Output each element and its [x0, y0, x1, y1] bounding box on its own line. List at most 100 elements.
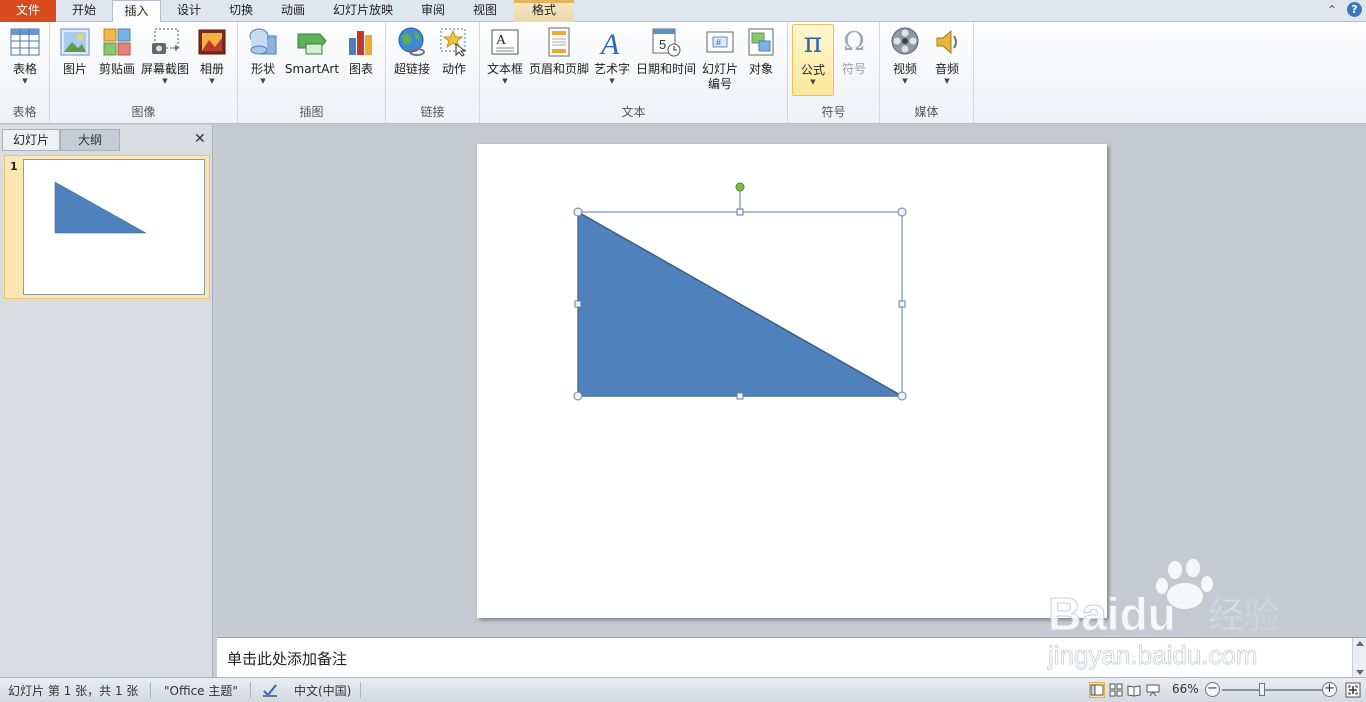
resize-handle-top-left[interactable] [573, 207, 583, 217]
chevron-down-icon: ▼ [162, 77, 168, 85]
tab-home[interactable]: 开始 [56, 0, 112, 22]
wordart-icon: A [599, 28, 620, 58]
symbol-button[interactable]: Ω 符号 [836, 26, 872, 77]
action-button[interactable]: 动作 [436, 26, 472, 77]
group-label-symbols: 符号 [821, 105, 846, 119]
textbox-icon: A [491, 29, 519, 55]
resize-handle-bottom[interactable] [736, 392, 744, 400]
action-label: 动作 [441, 62, 466, 76]
zoom-slider-track[interactable] [1222, 689, 1322, 691]
zoom-out-button[interactable]: − [1205, 682, 1220, 697]
screenshot-icon [152, 28, 179, 54]
reading-view-icon [1127, 685, 1141, 697]
smartart-icon [297, 33, 327, 55]
scroll-down-icon[interactable] [1356, 670, 1364, 675]
scroll-up-icon[interactable] [1356, 641, 1364, 646]
tab-file[interactable]: 文件 [0, 0, 56, 22]
tab-view[interactable]: 视图 [460, 0, 510, 22]
tab-slides[interactable]: 幻灯片 [2, 129, 60, 151]
slide-canvas[interactable] [477, 144, 1107, 618]
language-text[interactable]: 中文(中国) [294, 682, 351, 699]
reading-view-button[interactable] [1126, 682, 1142, 698]
group-images: 图片 剪贴画 屏幕截图 ▼ 相册 ▼ 图像 [50, 22, 238, 123]
svg-text:#: # [716, 38, 721, 48]
right-triangle-shape[interactable] [577, 210, 905, 397]
slide-sorter-view-button[interactable] [1108, 682, 1124, 698]
tab-design[interactable]: 设计 [164, 0, 214, 22]
picture-button[interactable]: 图片 [56, 26, 94, 77]
equation-button[interactable]: π 公式 ▼ [792, 24, 834, 96]
resize-handle-bottom-left[interactable] [573, 391, 583, 401]
group-label-illustrations: 插图 [299, 105, 324, 119]
close-panel-icon[interactable]: ✕ [194, 131, 206, 147]
fit-to-window-icon[interactable] [1344, 681, 1362, 699]
tab-transitions[interactable]: 切换 [216, 0, 266, 22]
slide-shapes [573, 182, 907, 401]
picture-label: 图片 [62, 62, 87, 76]
rotation-handle[interactable] [735, 182, 745, 192]
zoom-level-text[interactable]: 66% [1172, 682, 1199, 696]
resize-handle-top[interactable] [736, 208, 744, 216]
tab-insert[interactable]: 插入 [112, 0, 161, 23]
theme-name-text[interactable]: "Office 主题" [164, 682, 238, 699]
album-button[interactable]: 相册 ▼ [194, 26, 230, 86]
tab-slideshow[interactable]: 幻灯片放映 [322, 0, 404, 22]
slide-count-text: 幻灯片 第 1 张，共 1 张 [8, 684, 139, 698]
film-reel-icon [891, 27, 919, 55]
slide-thumbnail-canvas [23, 159, 205, 295]
ribbon: 表格 ▼ 表格 图片 剪贴画 屏幕截图 ▼ 相册 ▼ 图像 形状 ▼ Smart… [0, 22, 1366, 124]
svg-text:Baidu: Baidu [1048, 588, 1176, 640]
datetime-button[interactable]: 5 日期和时间 [634, 26, 698, 77]
header-footer-button[interactable]: 页眉和页脚 [528, 26, 590, 77]
zoom-slider-thumb[interactable] [1259, 683, 1265, 696]
clipart-icon [103, 28, 131, 56]
shapes-button[interactable]: 形状 ▼ [244, 26, 282, 86]
clipart-button[interactable]: 剪贴画 [96, 26, 138, 77]
group-tables: 表格 ▼ 表格 [0, 22, 50, 123]
resize-handle-right[interactable] [898, 300, 906, 308]
thumbnail-triangle [54, 181, 147, 234]
table-button[interactable]: 表格 ▼ [4, 26, 46, 86]
slideshow-view-button[interactable] [1145, 682, 1161, 698]
wordart-button[interactable]: A 艺术字 ▼ [592, 26, 632, 86]
help-icon[interactable]: ? [1347, 2, 1362, 17]
smartart-button[interactable]: SmartArt [284, 26, 340, 77]
photo-album-icon [198, 29, 226, 55]
svg-text:A: A [599, 28, 620, 58]
tab-outline[interactable]: 大纲 [60, 129, 120, 151]
svg-text:jingyan.baidu.com: jingyan.baidu.com [1047, 640, 1258, 670]
tab-animations[interactable]: 动画 [268, 0, 318, 22]
ribbon-tab-bar: 文件 开始 插入 设计 切换 动画 幻灯片放映 审阅 视图 格式 ⌃ ? [0, 0, 1366, 23]
object-button[interactable]: 对象 [742, 26, 780, 77]
textbox-button[interactable]: A 文本框 ▼ [484, 26, 526, 86]
notes-placeholder[interactable]: 单击此处添加备注 [227, 648, 347, 669]
shapes-icon [249, 28, 277, 55]
resize-handle-left[interactable] [574, 300, 582, 308]
tab-review[interactable]: 审阅 [408, 0, 458, 22]
slide-number-button[interactable]: # 幻灯片 编号 [700, 26, 740, 92]
video-button[interactable]: 视频 ▼ [886, 26, 924, 86]
hyperlink-button[interactable]: 超链接 [392, 26, 432, 77]
screenshot-button[interactable]: 屏幕截图 ▼ [140, 26, 190, 86]
resize-handle-top-right[interactable] [897, 207, 907, 217]
chart-button[interactable]: 图表 [342, 26, 380, 77]
chevron-down-icon: ▼ [260, 77, 266, 85]
smartart-label: SmartArt [284, 62, 340, 76]
tab-format[interactable]: 格式 [514, 0, 574, 22]
spellcheck-icon[interactable] [261, 681, 279, 699]
audio-button[interactable]: 音频 ▼ [928, 26, 966, 86]
action-icon [440, 28, 467, 57]
chevron-down-icon: ▼ [502, 77, 508, 85]
hyperlink-label: 超链接 [393, 62, 430, 76]
normal-view-button[interactable] [1089, 682, 1105, 698]
notes-scrollbar[interactable] [1352, 638, 1366, 678]
group-links: 超链接 动作 链接 [386, 22, 480, 123]
zoom-in-button[interactable]: + [1322, 682, 1337, 697]
chevron-down-icon: ▼ [209, 77, 215, 85]
resize-handle-bottom-right[interactable] [897, 391, 907, 401]
slide-thumbnail-1[interactable]: 1 [4, 155, 210, 299]
minimize-ribbon-icon[interactable]: ⌃ [1327, 3, 1337, 17]
slides-panel: 幻灯片 大纲 ✕ 1 [0, 125, 213, 677]
status-divider [360, 682, 361, 698]
textbox-label: 文本框 [486, 62, 523, 76]
